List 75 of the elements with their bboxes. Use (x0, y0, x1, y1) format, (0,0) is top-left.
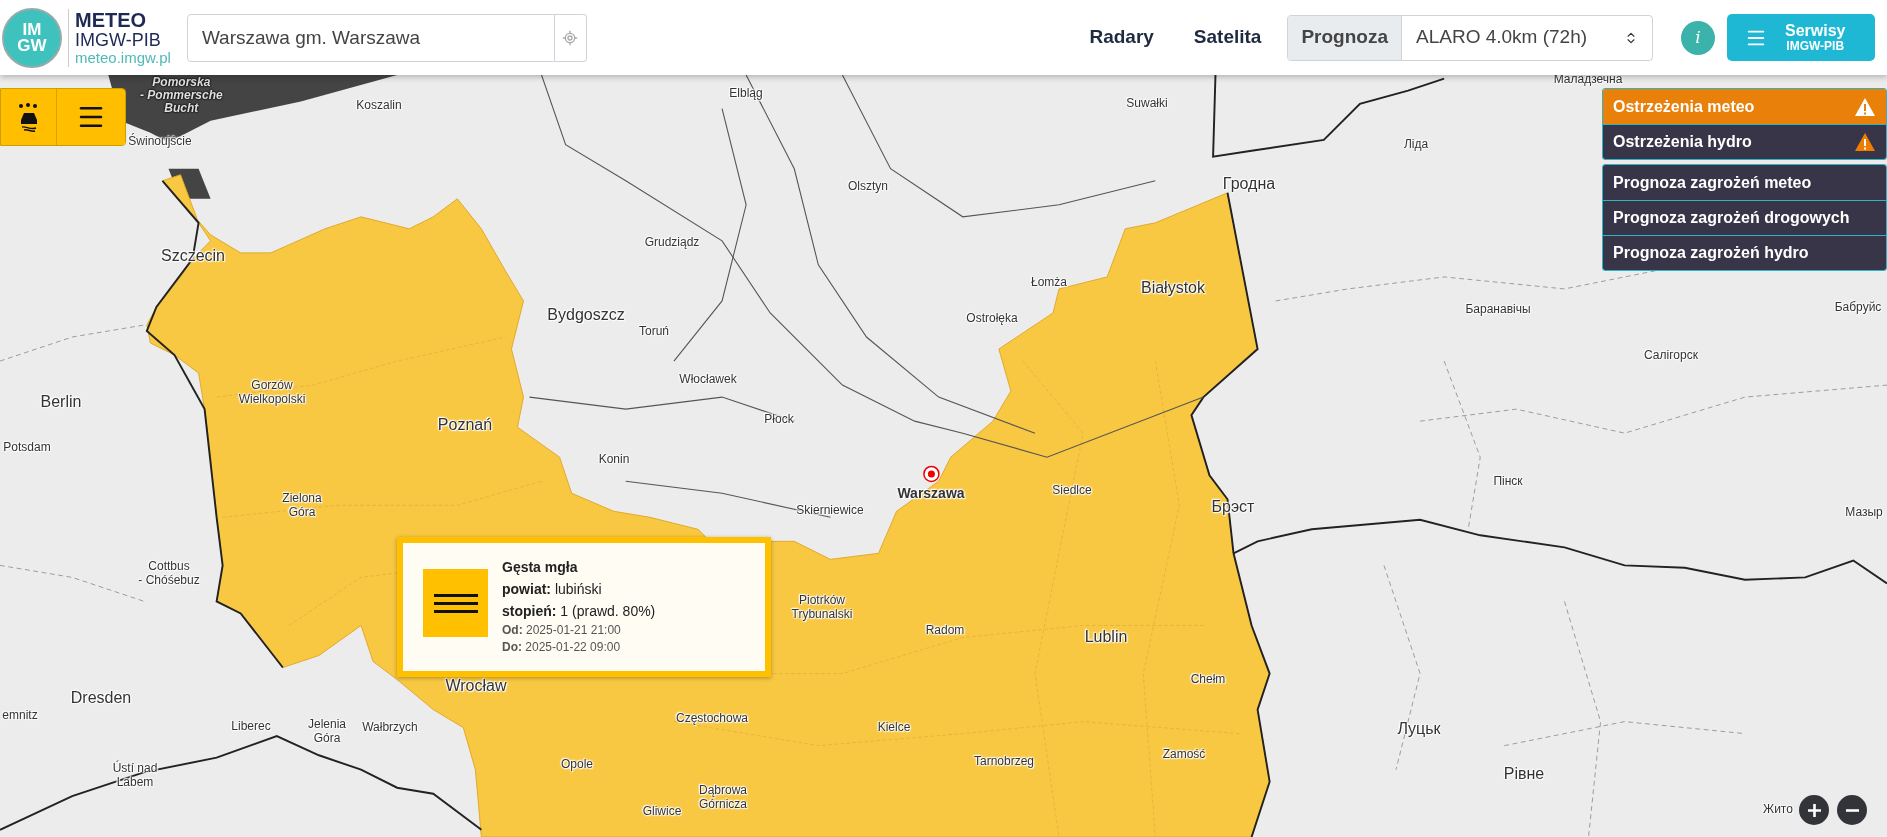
logo-text: GW (17, 37, 47, 53)
logo-subtitle: IMGW-PIB (75, 30, 162, 50)
logo-title: METEO (75, 9, 148, 31)
place-label: Wrocław (445, 676, 507, 696)
place-label: Radom (925, 624, 965, 638)
place-label: Lublin (1084, 627, 1128, 647)
place-label: Berlin (40, 392, 82, 412)
road-hazard-button[interactable] (1, 89, 57, 145)
place-label: Gorzów Wielkopolski (238, 379, 306, 407)
place-label: Мазыр (1845, 506, 1883, 520)
warning-detail: stopień: 1 (prawd. 80%) (502, 602, 656, 621)
place-label: Siedlce (1052, 484, 1092, 498)
place-label: Piotrków Trybunalski (791, 594, 853, 622)
place-label: Луцьк (1397, 719, 1441, 739)
place-label: Cottbus - Chóśebuz (138, 560, 200, 588)
layer-menu-item[interactable]: Ostrzeżenia hydro (1603, 124, 1886, 159)
place-label: Wałbrzych (362, 721, 418, 735)
warning-time: Do: 2025-01-22 09:00 (502, 639, 622, 656)
place-label: Маладзечна (1553, 73, 1623, 87)
warning-time: Od: 2025-01-21 21:00 (502, 622, 622, 639)
place-label: Бабруйс (1834, 301, 1882, 315)
warning-title: Gęsta mgła (502, 558, 579, 577)
place-label: Chełm (1190, 673, 1226, 687)
place-label: Toruń (639, 325, 669, 339)
nav-link[interactable]: Satelita (1193, 23, 1262, 52)
place-label: Skierniewice (796, 504, 864, 518)
place-label: Рiвне (1503, 764, 1545, 784)
place-label: Jelenia Góra (308, 718, 346, 746)
place-label: Bydgoszcz (547, 305, 625, 325)
place-label: Dresden (70, 688, 132, 708)
place-label: Ostrołęka (966, 312, 1018, 326)
place-label: emnitz (2, 709, 38, 723)
zoom-out-button[interactable] (1837, 795, 1867, 825)
menu-button[interactable] (57, 89, 125, 145)
place-label: Potsdam (3, 441, 51, 455)
sea-label: Pomorska - Pommersche Bucht (140, 76, 223, 116)
warning-detail: powiat: lubiński (502, 580, 603, 599)
place-label: Лiда (1403, 138, 1429, 152)
place-label: Koszalin (356, 99, 402, 113)
logo-text: IM (22, 22, 42, 38)
place-label: Жито (1763, 803, 1793, 817)
minus-icon (1845, 808, 1859, 812)
place-label: Tarnobrzeg (974, 755, 1034, 769)
place-label: Kielce (877, 721, 911, 735)
place-label: Салiгорск (1644, 349, 1698, 363)
nav-link[interactable]: Radary (1089, 23, 1154, 52)
place-label: Opole (561, 758, 593, 772)
place-label: Grudziądz (644, 236, 700, 250)
place-label: Białystok (1141, 278, 1205, 298)
place-label: Пiнск (1493, 475, 1523, 489)
fog-warning-icon (423, 569, 488, 637)
layer-menu-item[interactable]: Prognoza zagrożeń drogowych (1603, 200, 1886, 235)
place-label: Częstochowa (676, 712, 748, 726)
place-label: Poznań (437, 415, 493, 435)
place-label: Dąbrowa Górnicza (699, 784, 747, 812)
place-label: Łomża (1031, 276, 1067, 290)
location-pin-icon (922, 464, 940, 483)
place-label: Suwałki (1126, 97, 1168, 111)
place-label: Баранавiчы (1465, 303, 1531, 317)
place-label: Zamość (1162, 748, 1206, 762)
locate-icon (562, 29, 579, 46)
layer-menu-item[interactable]: Prognoza zagrożeń hydro (1603, 235, 1886, 270)
place-label: Zielona Góra (282, 492, 322, 520)
place-label: Konin (598, 453, 630, 467)
place-label: Гродна (1222, 174, 1276, 194)
place-label: Włocławek (679, 373, 737, 387)
place-label: Gliwice (642, 805, 682, 819)
layer-menu-item[interactable]: Prognoza zagrożeń meteo (1603, 165, 1886, 200)
place-label: Olsztyn (848, 180, 888, 194)
plus-icon (1807, 803, 1821, 817)
search-field[interactable]: Warszawa gm. Warszawa (186, 13, 555, 62)
place-label: Płock (764, 413, 794, 427)
zoom-in-button[interactable] (1799, 795, 1829, 825)
place-label: Liberec (231, 720, 271, 734)
place-label: Świnoujście (128, 135, 192, 149)
